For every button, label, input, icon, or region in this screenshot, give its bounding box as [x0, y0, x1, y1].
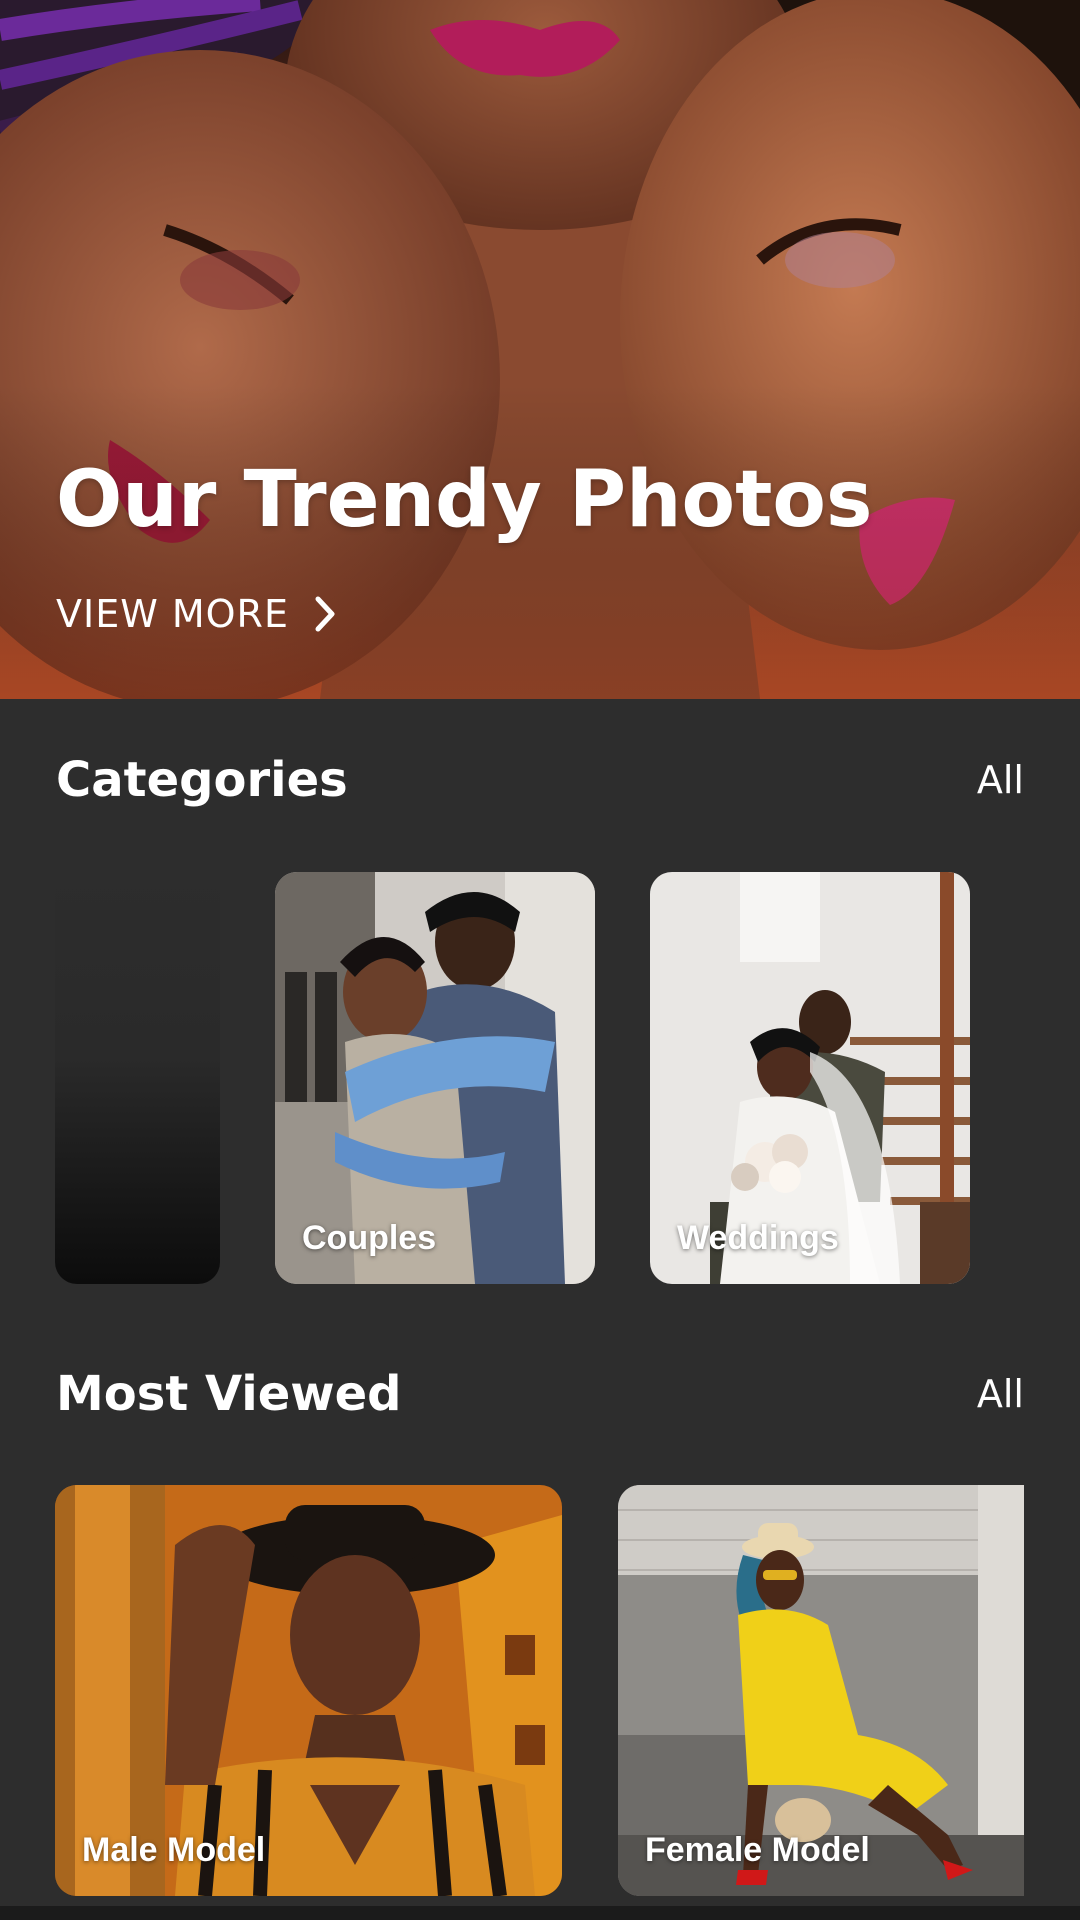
- most-viewed-card-female-model[interactable]: Female Model: [618, 1485, 1024, 1896]
- view-more-link[interactable]: VIEW MORE: [56, 592, 337, 636]
- most-viewed-title: Most Viewed: [56, 1366, 402, 1422]
- categories-all-link[interactable]: All: [977, 758, 1024, 802]
- most-viewed-header: Most Viewed All: [56, 1366, 1024, 1422]
- category-card-partial[interactable]: [55, 872, 220, 1284]
- category-card-couples[interactable]: Couples: [275, 872, 595, 1284]
- hero-title: Our Trendy Photos: [56, 455, 873, 545]
- most-viewed-card-male-model[interactable]: Male Model: [55, 1485, 562, 1896]
- categories-header: Categories All: [56, 752, 1024, 808]
- most-viewed-card-label: Female Model: [645, 1831, 870, 1869]
- chevron-right-icon: [315, 596, 335, 632]
- categories-title: Categories: [56, 752, 348, 808]
- category-card-label: Couples: [302, 1219, 437, 1257]
- category-card-label: Weddings: [677, 1219, 839, 1257]
- hero-banner[interactable]: Our Trendy Photos VIEW MORE: [0, 0, 1080, 699]
- category-card-weddings[interactable]: Weddings: [650, 872, 970, 1284]
- bottom-edge: [0, 1906, 1080, 1920]
- view-more-label: VIEW MORE: [56, 592, 289, 636]
- most-viewed-card-label: Male Model: [82, 1831, 266, 1869]
- most-viewed-all-link[interactable]: All: [977, 1372, 1024, 1416]
